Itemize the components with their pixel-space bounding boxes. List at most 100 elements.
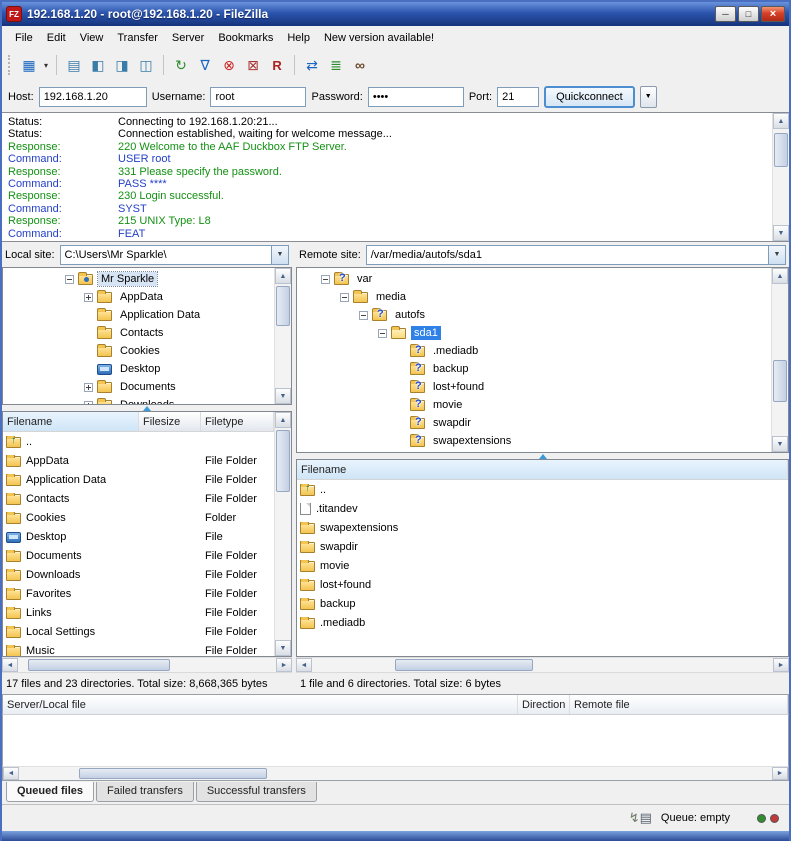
tree-item[interactable]: autofs	[297, 306, 771, 324]
toggle-remote-tree-icon[interactable]: ◨	[110, 54, 134, 76]
scroll-up-icon[interactable]: ▲	[275, 268, 291, 284]
remote-site-combobox[interactable]: /var/media/autofs/sda1	[366, 245, 786, 265]
queue-tab[interactable]: Failed transfers	[96, 782, 194, 802]
tree-item[interactable]: Cookies	[3, 342, 274, 360]
file-row[interactable]: Links File Folder	[3, 603, 274, 622]
tree-item[interactable]: lost+found	[297, 378, 771, 396]
scroll-left-icon[interactable]: ◄	[2, 658, 18, 672]
scroll-up-icon[interactable]: ▲	[772, 268, 788, 284]
column-header-remote-file[interactable]: Remote file	[570, 695, 788, 714]
menu-item[interactable]: View	[73, 28, 111, 48]
scroll-right-icon[interactable]: ►	[772, 767, 788, 780]
file-row[interactable]: Music File Folder	[3, 641, 274, 656]
tree-item[interactable]: Contacts	[3, 324, 274, 342]
scrollbar-thumb[interactable]	[79, 768, 267, 779]
username-input[interactable]	[210, 87, 306, 107]
menu-item[interactable]: File	[8, 28, 40, 48]
chevron-down-icon[interactable]	[768, 246, 785, 264]
scrollbar-thumb[interactable]	[773, 360, 787, 402]
scroll-right-icon[interactable]: ►	[276, 658, 292, 672]
expander-icon[interactable]	[321, 275, 330, 284]
file-row[interactable]: Contacts File Folder	[3, 489, 274, 508]
expander-icon[interactable]	[84, 401, 93, 405]
tree-item[interactable]: swapextensions	[297, 432, 771, 450]
scroll-down-icon[interactable]: ▼	[275, 640, 291, 656]
vertical-scrollbar[interactable]: ▲ ▼	[772, 113, 789, 241]
scrollbar-thumb[interactable]	[276, 286, 290, 326]
toggle-queue-icon[interactable]: ◫	[134, 54, 158, 76]
port-input[interactable]	[497, 87, 539, 107]
menu-item[interactable]: Bookmarks	[211, 28, 280, 48]
scroll-down-icon[interactable]: ▼	[275, 388, 291, 404]
file-row[interactable]: Downloads File Folder	[3, 565, 274, 584]
scroll-right-icon[interactable]: ►	[773, 658, 789, 672]
file-row[interactable]: swapextensions	[297, 518, 788, 537]
toolbar-gripper[interactable]	[8, 55, 12, 75]
tree-item[interactable]: swapdir	[297, 414, 771, 432]
tree-item[interactable]: sda1	[297, 324, 771, 342]
file-row[interactable]: Desktop File	[3, 527, 274, 546]
column-header-server-local-file[interactable]: Server/Local file	[3, 695, 518, 714]
expander-icon[interactable]	[378, 329, 387, 338]
scroll-up-icon[interactable]: ▲	[275, 412, 291, 428]
transfer-queue-list[interactable]	[2, 715, 789, 766]
scroll-down-icon[interactable]: ▼	[773, 225, 789, 241]
quickconnect-button[interactable]: Quickconnect	[544, 86, 635, 108]
menu-item[interactable]: Edit	[40, 28, 73, 48]
toggle-local-tree-icon[interactable]: ◧	[86, 54, 110, 76]
reconnect-icon[interactable]: R	[265, 54, 289, 76]
scrollbar-thumb[interactable]	[395, 659, 533, 671]
file-row[interactable]: lost+found	[297, 575, 788, 594]
horizontal-scrollbar[interactable]: ◄ ►	[2, 657, 292, 672]
vertical-scrollbar[interactable]: ▲ ▼	[771, 268, 788, 452]
tree-item[interactable]: AppData	[3, 288, 274, 306]
queue-tab[interactable]: Successful transfers	[196, 782, 317, 802]
quickconnect-dropdown-icon[interactable]	[640, 86, 657, 108]
file-row[interactable]: ..	[297, 480, 788, 499]
file-row[interactable]: swapdir	[297, 537, 788, 556]
tree-item[interactable]: dvd	[297, 450, 771, 452]
cancel-icon[interactable]: ⊗	[217, 54, 241, 76]
host-input[interactable]	[39, 87, 147, 107]
scroll-down-icon[interactable]: ▼	[772, 436, 788, 452]
scrollbar-thumb[interactable]	[28, 659, 170, 671]
speed-limit-icon[interactable]: ↯	[629, 810, 640, 825]
horizontal-scrollbar[interactable]: ◄ ►	[2, 766, 789, 781]
tree-item[interactable]: media	[297, 288, 771, 306]
refresh-icon[interactable]: ↻	[169, 54, 193, 76]
menu-item[interactable]: Help	[280, 28, 317, 48]
site-manager-dropdown-icon[interactable]	[41, 61, 51, 70]
file-row[interactable]: Cookies Folder	[3, 508, 274, 527]
file-row[interactable]: Documents File Folder	[3, 546, 274, 565]
file-row[interactable]: Application Data File Folder	[3, 470, 274, 489]
site-manager-icon[interactable]: ▦	[17, 54, 41, 76]
find-files-icon[interactable]: ∞	[348, 54, 372, 76]
file-row[interactable]: ..	[3, 432, 274, 451]
queue-tab[interactable]: Queued files	[6, 782, 94, 802]
column-header-filetype[interactable]: Filetype	[201, 412, 274, 431]
menu-item[interactable]: Transfer	[110, 28, 165, 48]
minimize-button[interactable]	[715, 6, 736, 22]
disconnect-icon[interactable]: ⊠	[241, 54, 265, 76]
expander-icon[interactable]	[65, 275, 74, 284]
tree-item[interactable]: Application Data	[3, 306, 274, 324]
scroll-up-icon[interactable]: ▲	[773, 113, 789, 129]
vertical-scrollbar[interactable]: ▲ ▼	[274, 268, 291, 404]
file-row[interactable]: .mediadb	[297, 613, 788, 632]
file-row[interactable]: Local Settings File Folder	[3, 622, 274, 641]
collapse-splitter-icon[interactable]	[539, 454, 547, 459]
synchronized-browsing-icon[interactable]: ≣	[324, 54, 348, 76]
column-header-filename[interactable]: Filename	[297, 460, 788, 479]
horizontal-scrollbar[interactable]: ◄ ►	[296, 657, 789, 672]
file-row[interactable]: .titandev	[297, 499, 788, 518]
password-input[interactable]	[368, 87, 464, 107]
vertical-scrollbar[interactable]: ▲ ▼	[274, 412, 291, 656]
queue-icon[interactable]: ▤	[640, 810, 652, 825]
scroll-left-icon[interactable]: ◄	[296, 658, 312, 672]
close-button[interactable]	[761, 6, 785, 22]
expander-icon[interactable]	[340, 293, 349, 302]
scroll-left-icon[interactable]: ◄	[3, 767, 19, 780]
tree-item[interactable]: Desktop	[3, 360, 274, 378]
scrollbar-thumb[interactable]	[774, 133, 788, 167]
local-site-combobox[interactable]: C:\Users\Mr Sparkle\	[60, 245, 289, 265]
